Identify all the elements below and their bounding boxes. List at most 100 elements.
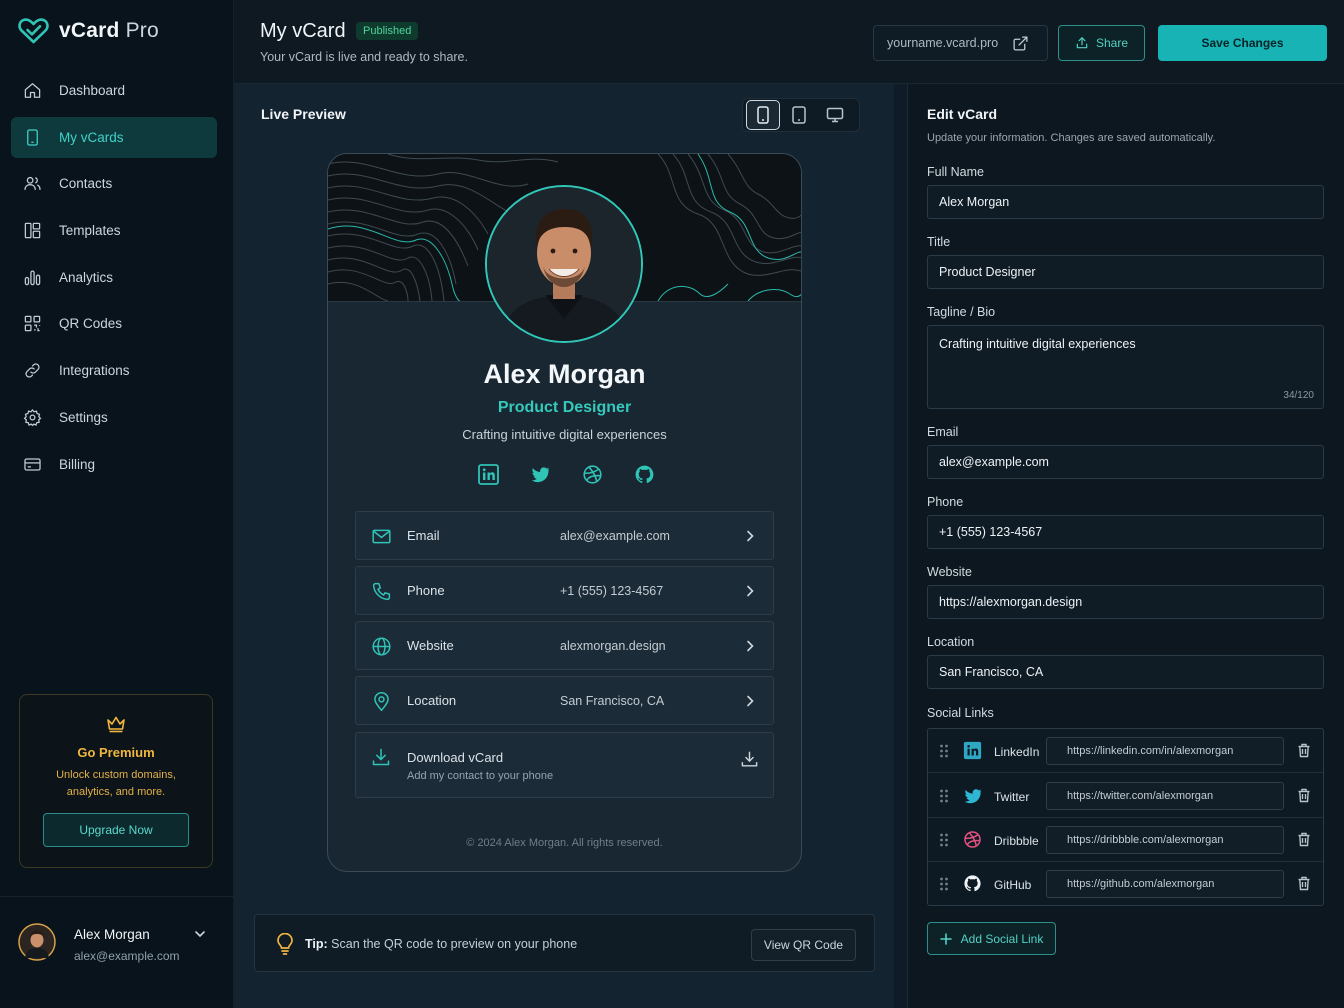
edit-title: Edit vCard <box>927 106 998 122</box>
drag-handle-icon[interactable] <box>939 789 949 803</box>
sidebar-item-label: QR Codes <box>59 316 123 332</box>
card-job-title: Product Designer <box>497 399 632 416</box>
bio-textarea[interactable]: Crafting intuitive digital experiences 3… <box>927 325 1324 409</box>
bio-label: Tagline / Bio <box>927 305 996 319</box>
social-url-input[interactable]: https://dribbble.com/alexmorgan <box>1046 826 1284 854</box>
sidebar-item-dashboard[interactable]: Dashboard <box>11 70 217 111</box>
contact-row-email[interactable]: Email alex@example.com <box>355 511 774 560</box>
templates-icon <box>23 221 42 240</box>
full-name-input[interactable]: Alex Morgan <box>927 185 1324 219</box>
social-url-input[interactable]: https://linkedin.com/in/alexmorgan <box>1046 737 1284 765</box>
website-field[interactable]: https://alexmorgan.design <box>927 585 1324 619</box>
github-icon[interactable] <box>634 464 655 485</box>
chevron-down-icon[interactable] <box>193 927 207 941</box>
sidebar-item-label: My vCards <box>59 129 124 145</box>
drag-handle-icon[interactable] <box>939 744 949 758</box>
contact-row-location[interactable]: Location San Francisco, CA <box>355 676 774 725</box>
title-input[interactable]: Product Designer <box>927 255 1324 289</box>
user-profile[interactable]: Alex Morgan alex@example.com <box>0 896 234 1008</box>
top-header: My vCard Published Your vCard is live an… <box>234 0 1344 84</box>
add-social-link-label: Add Social Link <box>960 931 1044 946</box>
link-icon <box>23 361 42 380</box>
email-field[interactable]: alex@example.com <box>927 445 1324 479</box>
sidebar-nav: Dashboard My vCards Contacts Templates A… <box>11 70 217 490</box>
add-social-link-button[interactable]: Add Social Link <box>927 922 1056 955</box>
sidebar-item-label: Contacts <box>59 176 113 192</box>
linkedin-icon[interactable] <box>478 464 499 485</box>
premium-description: Unlock custom domains, analytics, and mo… <box>56 769 176 798</box>
view-qr-code-button[interactable]: View QR Code <box>751 929 856 961</box>
mobile-view-button[interactable] <box>746 100 780 130</box>
vcard-url-text: yourname.vcard.pro <box>887 36 999 50</box>
share-button[interactable]: Share <box>1058 25 1145 61</box>
contact-row-value: +1 (555) 123-4567 <box>560 584 664 598</box>
drag-handle-icon[interactable] <box>939 833 949 847</box>
map-pin-icon <box>371 691 392 712</box>
social-link-row: Twitter https://twitter.com/alexmorgan <box>928 774 1323 818</box>
sidebar-item-billing[interactable]: Billing <box>11 444 217 485</box>
brand[interactable]: vCard Pro <box>18 18 159 44</box>
twitter-icon[interactable] <box>530 464 551 485</box>
bio-text: Crafting intuitive digital experiences <box>939 337 1136 351</box>
profile-photo <box>485 185 643 343</box>
external-link-icon[interactable] <box>1012 35 1029 52</box>
sidebar-item-templates[interactable]: Templates <box>11 210 217 251</box>
sidebar-item-contacts[interactable]: Contacts <box>11 163 217 204</box>
drag-handle-icon[interactable] <box>939 877 949 891</box>
tablet-view-button[interactable] <box>782 100 816 130</box>
sidebar-item-my-vcards[interactable]: My vCards <box>11 116 217 158</box>
premium-card: Go Premium Unlock custom domains, analyt… <box>19 694 213 868</box>
trash-icon[interactable] <box>1297 832 1311 847</box>
sidebar-item-settings[interactable]: Settings <box>11 397 217 438</box>
download-label: Download vCard <box>407 750 504 765</box>
desktop-view-button[interactable] <box>818 100 852 130</box>
user-name: Alex Morgan <box>74 927 150 942</box>
crown-icon <box>106 715 126 733</box>
edit-subtitle: Update your information. Changes are sav… <box>927 132 1216 144</box>
vcard-preview-card: Alex Morgan Product Designer Crafting in… <box>327 153 802 872</box>
card-social-icons <box>478 464 655 485</box>
contact-row-phone[interactable]: Phone +1 (555) 123-4567 <box>355 566 774 615</box>
sidebar-item-label: Analytics <box>59 269 114 285</box>
social-link-row: LinkedIn https://linkedin.com/in/alexmor… <box>928 729 1323 773</box>
plus-icon <box>939 932 952 945</box>
character-count: 34/120 <box>1283 390 1314 401</box>
sidebar-item-analytics[interactable]: Analytics <box>11 257 217 298</box>
dribbble-icon[interactable] <box>582 464 603 485</box>
save-changes-button[interactable]: Save Changes <box>1158 25 1327 61</box>
contact-row-website[interactable]: Website alexmorgan.design <box>355 621 774 670</box>
contact-row-label: Location <box>407 693 457 708</box>
sidebar-item-qr-codes[interactable]: QR Codes <box>11 303 217 344</box>
location-field[interactable]: San Francisco, CA <box>927 655 1324 689</box>
premium-title: Go Premium <box>77 745 155 760</box>
avatar <box>18 923 56 961</box>
sidebar-item-integrations[interactable]: Integrations <box>11 350 217 391</box>
linkedin-icon <box>963 741 982 760</box>
dribbble-icon <box>963 830 982 849</box>
social-name: GitHub <box>994 878 1032 892</box>
trash-icon[interactable] <box>1297 743 1311 758</box>
share-upload-icon <box>1075 36 1089 50</box>
phone-field[interactable]: +1 (555) 123-4567 <box>927 515 1324 549</box>
sidebar-item-label: Templates <box>59 223 121 239</box>
card-copyright: © 2024 Alex Morgan. All rights reserved. <box>466 837 663 849</box>
upgrade-now-button[interactable]: Upgrade Now <box>43 813 189 847</box>
social-url-input[interactable]: https://github.com/alexmorgan <box>1046 870 1284 898</box>
vcard-url-field[interactable]: yourname.vcard.pro <box>873 25 1048 61</box>
chevron-right-icon <box>743 694 757 708</box>
sidebar: vCard Pro Dashboard My vCards Contacts T… <box>0 0 234 1008</box>
trash-icon[interactable] <box>1297 876 1311 891</box>
gear-icon <box>23 408 42 427</box>
lightbulb-icon <box>275 933 295 955</box>
contact-row-value: San Francisco, CA <box>560 694 665 708</box>
social-link-row: Dribbble https://dribbble.com/alexmorgan <box>928 818 1323 862</box>
card-name: Alex Morgan <box>483 359 646 389</box>
chevron-right-icon <box>743 529 757 543</box>
trash-icon[interactable] <box>1297 788 1311 803</box>
live-preview-label: Live Preview <box>261 106 346 122</box>
download-vcard-row[interactable]: Download vCard Add my contact to your ph… <box>355 732 774 798</box>
download-sublabel: Add my contact to your phone <box>407 770 554 782</box>
social-url-input[interactable]: https://twitter.com/alexmorgan <box>1046 782 1284 810</box>
tip-text: Tip: Scan the QR code to preview on your… <box>305 937 578 951</box>
sidebar-item-label: Dashboard <box>59 83 126 98</box>
